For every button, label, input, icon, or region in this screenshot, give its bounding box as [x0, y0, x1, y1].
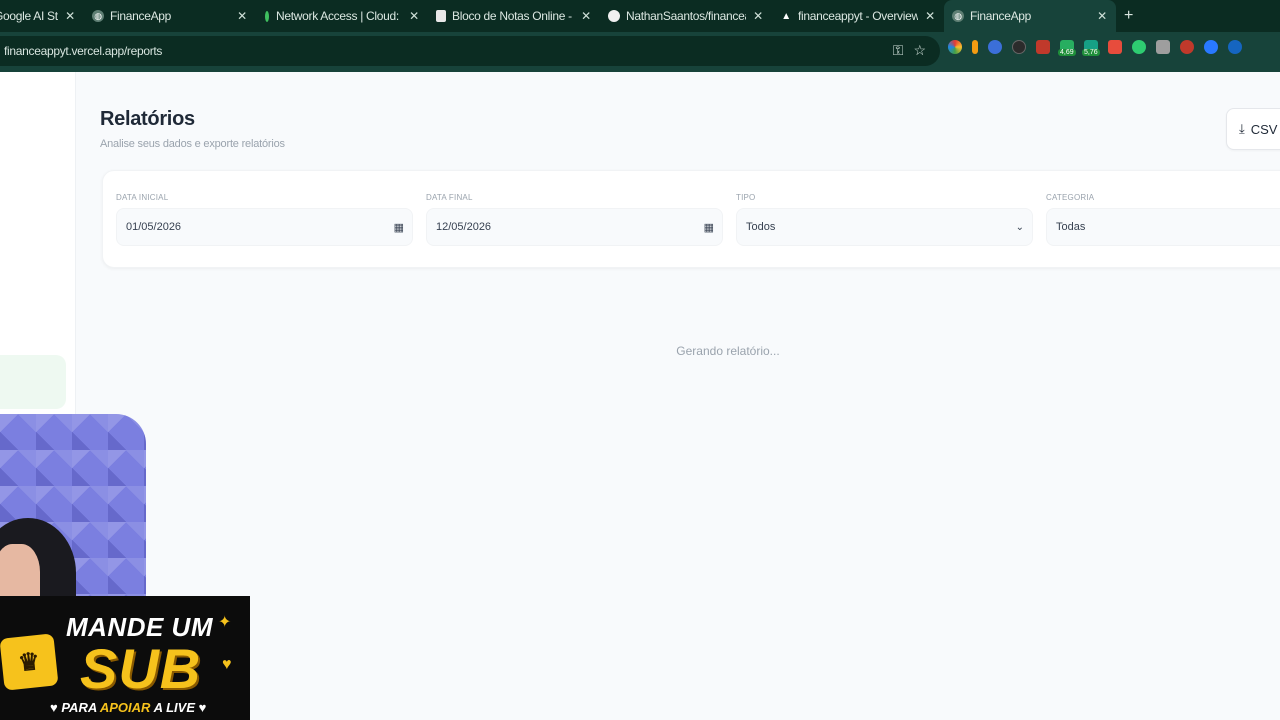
extension-icon[interactable]: [1204, 40, 1218, 54]
filters-card: DATA INICIAL 01/05/2026 ▦ DATA FINAL 12/…: [102, 170, 1280, 268]
tab-title: Google AI Studio: [0, 9, 58, 23]
type-label: TIPO: [736, 193, 756, 202]
vercel-icon: ▲: [781, 10, 791, 22]
extension-icon[interactable]: [1156, 40, 1170, 54]
loading-message: Gerando relatório...: [676, 344, 780, 358]
address-bar[interactable]: financeappyt.vercel.app/reports ⚿ ☆: [0, 36, 940, 66]
tab-vercel-overview[interactable]: ▲ financeappyt - Overview - Verc ✕: [772, 0, 944, 32]
streamer-face: [0, 544, 40, 604]
close-icon[interactable]: ✕: [580, 9, 592, 23]
category-label: CATEGORIA: [1046, 193, 1095, 202]
globe-icon: ◍: [952, 10, 964, 22]
sub-banner-overlay: ♛ ✦ MANDE UM SUB ♥ ♥ PARA APOIAR A LIVE …: [0, 596, 250, 720]
heart-icon: ♥: [50, 700, 58, 715]
tab-bloco-de-notas[interactable]: Bloco de Notas Online - Crie e ✕: [428, 0, 600, 32]
tab-title: FinanceApp: [970, 9, 1032, 23]
twitch-crown-icon: ♛: [0, 633, 59, 691]
chevron-down-icon: ⌄: [1015, 221, 1024, 233]
extension-icon[interactable]: [1036, 40, 1050, 54]
tab-title: Network Access | Cloud: Mong: [276, 9, 402, 23]
heart-icon: ♥: [222, 656, 232, 673]
category-field: CATEGORIA Todas: [1046, 193, 1280, 246]
extension-icon[interactable]: [1180, 40, 1194, 54]
extension-icon[interactable]: [1108, 40, 1122, 54]
extension-icon[interactable]: [988, 40, 1002, 54]
new-tab-button[interactable]: +: [1124, 7, 1133, 25]
sparkle-icon: ✦: [218, 614, 232, 631]
calendar-icon[interactable]: ▦: [704, 221, 714, 234]
extensions-bar: 4,69 5,76: [948, 40, 1242, 56]
calendar-icon[interactable]: ▦: [394, 221, 404, 234]
type-field: TIPO Todos ⌄: [736, 193, 1033, 246]
browser-toolbar: financeappyt.vercel.app/reports ⚿ ☆ 4,69…: [0, 32, 1280, 72]
close-icon[interactable]: ✕: [236, 9, 248, 23]
tab-google-ai-studio[interactable]: Google AI Studio ✕: [0, 0, 84, 32]
export-csv-button[interactable]: ⤓ CSV: [1226, 108, 1280, 150]
browser-tab-strip: Google AI Studio ✕ ◍ FinanceApp ✕ Networ…: [0, 0, 1280, 32]
tab-title: financeappyt - Overview - Verc: [798, 9, 918, 23]
tab-mongodb-network-access[interactable]: Network Access | Cloud: Mong ✕: [256, 0, 428, 32]
github-icon: [608, 10, 620, 22]
start-date-field: DATA INICIAL 01/05/2026 ▦: [116, 193, 413, 246]
globe-icon: ◍: [92, 10, 104, 22]
close-icon[interactable]: ✕: [64, 9, 76, 23]
tab-title: FinanceApp: [110, 9, 172, 23]
csv-button-label: CSV: [1250, 121, 1278, 137]
end-date-field: DATA FINAL 12/05/2026 ▦: [426, 193, 723, 246]
mongodb-leaf-icon: [264, 10, 270, 22]
banner-line-3: ♥ PARA APOIAR A LIVE ♥: [50, 700, 207, 715]
tab-title: Bloco de Notas Online - Crie e: [452, 9, 574, 23]
category-select[interactable]: Todas: [1046, 208, 1280, 246]
extension-icon[interactable]: [1012, 40, 1026, 54]
tab-title: NathanSaantos/financeappyt: a: [626, 9, 746, 23]
end-date-input[interactable]: 12/05/2026 ▦: [426, 208, 723, 246]
page-title: Relatórios: [100, 108, 195, 130]
start-date-label: DATA INICIAL: [116, 193, 169, 202]
extension-icon[interactable]: 4,69: [1058, 40, 1076, 56]
tab-github-repo[interactable]: NathanSaantos/financeappyt: a ✕: [600, 0, 772, 32]
type-select[interactable]: Todos ⌄: [736, 208, 1033, 246]
start-date-input[interactable]: 01/05/2026 ▦: [116, 208, 413, 246]
banner-line-2: SUB: [80, 637, 202, 700]
end-date-label: DATA FINAL: [426, 193, 473, 202]
extension-icon[interactable]: [1132, 40, 1146, 54]
tab-financeapp-active[interactable]: ◍ FinanceApp ✕: [944, 0, 1116, 32]
category-value: Todas: [1056, 221, 1086, 233]
extension-icon[interactable]: [972, 40, 978, 54]
sidebar-item-active[interactable]: [0, 355, 66, 409]
type-value: Todos: [746, 221, 776, 233]
bookmark-star-icon[interactable]: ☆: [913, 42, 926, 59]
close-icon[interactable]: ✕: [1096, 9, 1108, 23]
notepad-icon: [436, 10, 446, 22]
url-text[interactable]: financeappyt.vercel.app/reports: [4, 44, 162, 58]
close-icon[interactable]: ✕: [752, 9, 764, 23]
extension-icon[interactable]: 5,76: [1082, 40, 1100, 56]
color-picker-extension-icon[interactable]: [948, 40, 962, 54]
close-icon[interactable]: ✕: [924, 9, 936, 23]
extension-icon[interactable]: [1228, 40, 1242, 54]
webcam-overlay: [0, 414, 146, 604]
heart-icon: ♥: [198, 700, 207, 715]
end-date-value: 12/05/2026: [436, 221, 492, 233]
tab-financeapp[interactable]: ◍ FinanceApp ✕: [84, 0, 256, 32]
start-date-value: 01/05/2026: [126, 221, 182, 233]
download-icon: ⤓: [1239, 121, 1245, 136]
password-key-icon[interactable]: ⚿: [893, 42, 904, 59]
close-icon[interactable]: ✕: [408, 9, 420, 23]
page-subtitle: Analise seus dados e exporte relatórios: [100, 138, 285, 150]
